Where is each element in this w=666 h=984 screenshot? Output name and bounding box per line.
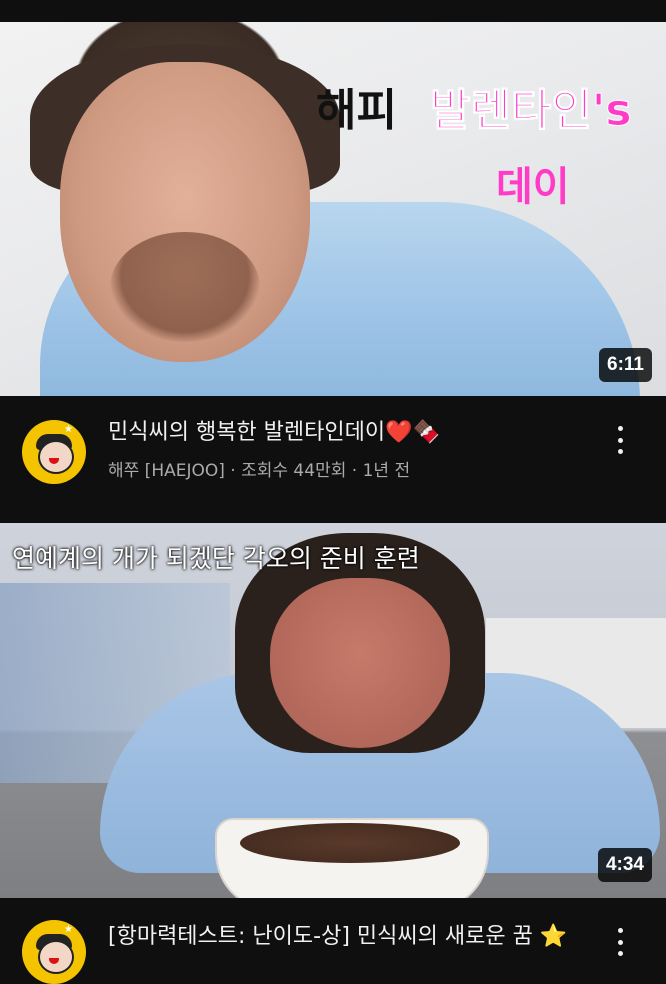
duration-badge: 6:11 <box>599 348 652 382</box>
video-title[interactable]: [항마력테스트: 난이도-상] 민식씨의 새로운 꿈 ⭐ <box>108 922 578 952</box>
thumbnail-overlay-text: 발렌타인's <box>430 85 633 137</box>
chocolate-icon: 🍫 <box>412 420 440 445</box>
video-feed: 해피 발렌타인's 데이 6:11 ★ 민식씨의 행복한 발렌타인데이❤️🍫 해… <box>0 0 666 984</box>
channel-name[interactable]: 해쭈 [HAEJOO] <box>108 461 225 481</box>
video-meta: ★ 민식씨의 행복한 발렌타인데이❤️🍫 해쭈 [HAEJOO] · 조회수 4… <box>0 410 666 510</box>
video-thumbnail[interactable]: 연예계의 개가 되겠단 각오의 준비 훈련 <box>0 523 666 898</box>
video-meta: ★ [항마력테스트: 난이도-상] 민식씨의 새로운 꿈 ⭐ <box>0 912 666 984</box>
duration-badge: 4:34 <box>597 848 652 882</box>
video-thumbnail[interactable]: 해피 발렌타인's 데이 <box>0 22 666 396</box>
thumbnail-overlay-text: 연예계의 개가 되겠단 각오의 준비 훈련 <box>12 544 420 573</box>
heart-icon: ❤️ <box>385 420 413 445</box>
video-subline: 해쭈 [HAEJOO] · 조회수 44만회 · 1년 전 <box>108 456 410 481</box>
separator: · <box>224 461 242 481</box>
video-title[interactable]: 민식씨의 행복한 발렌타인데이❤️🍫 <box>108 418 578 448</box>
upload-age: 1년 전 <box>362 461 411 481</box>
thumbnail-overlay-text: 데이 <box>496 164 570 210</box>
thumbnail-art <box>110 232 260 342</box>
channel-avatar-icon[interactable]: ★ <box>22 920 86 984</box>
thumbnail-art <box>240 823 460 863</box>
thumbnail-art <box>270 578 450 748</box>
thumbnail-overlay-text: 해피 <box>316 85 397 136</box>
view-count: 조회수 44만회 <box>241 461 347 481</box>
channel-avatar-icon[interactable]: ★ <box>22 420 86 484</box>
video-title-text: [항마력테스트: 난이도-상] 민식씨의 새로운 꿈 <box>108 924 533 949</box>
more-vert-icon[interactable] <box>614 420 626 460</box>
more-vert-icon[interactable] <box>614 922 626 962</box>
star-icon: ⭐ <box>539 924 568 949</box>
video-title-text: 민식씨의 행복한 발렌타인데이 <box>108 420 386 445</box>
separator: · <box>346 461 363 481</box>
